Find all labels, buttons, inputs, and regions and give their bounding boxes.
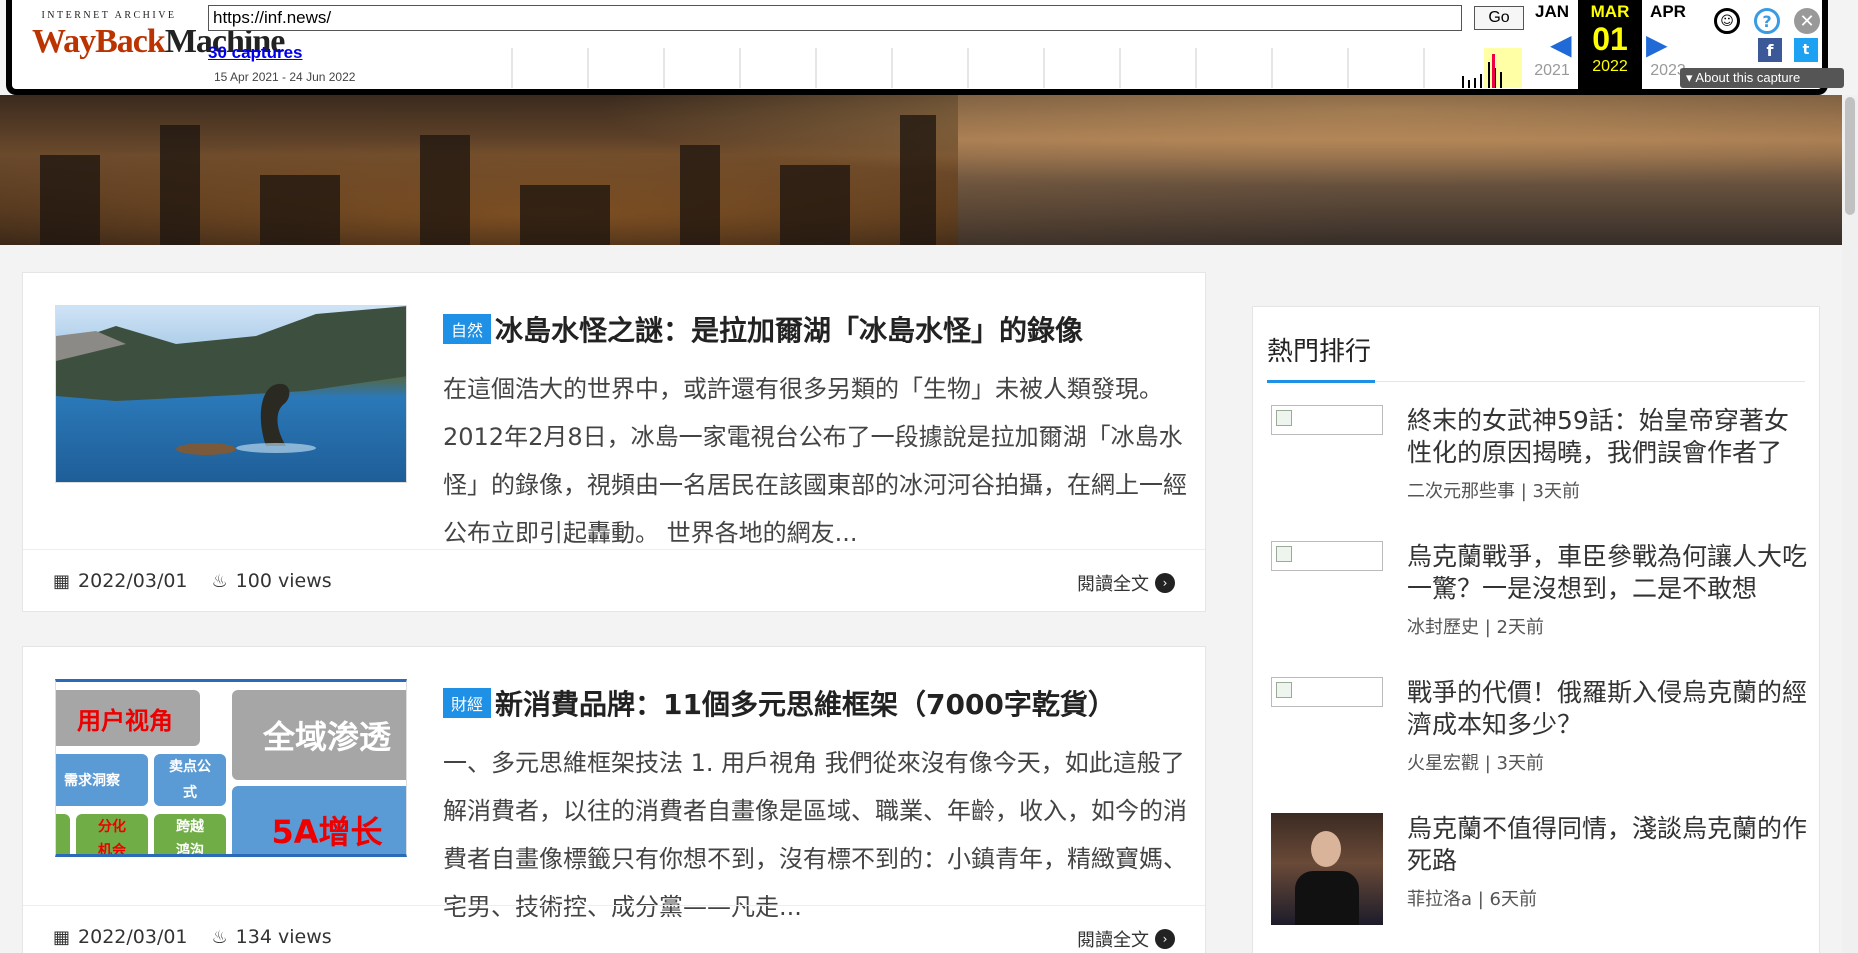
category-tag[interactable]: 自然	[443, 314, 492, 344]
next-capture-arrow-icon[interactable]: ▶	[1646, 28, 1668, 61]
about-capture-button[interactable]: ▾ About this capture	[1680, 68, 1844, 88]
article-thumbnail[interactable]: 用户视角 全域渗透 需求洞察 卖点公式 5A增长 分化机会 跨越鸿沟	[55, 679, 407, 857]
logo-caption: INTERNET ARCHIVE	[41, 10, 177, 21]
ranking-source: 二次元那些事 | 3天前	[1407, 481, 1580, 502]
capture-sparkline[interactable]	[502, 48, 1524, 88]
ranking-title[interactable]: 烏克蘭不值得同情，淺談烏克蘭的作死路	[1407, 813, 1807, 877]
calendar-icon: ▦	[53, 926, 71, 948]
help-icon[interactable]: ?	[1754, 8, 1780, 34]
url-input[interactable]	[208, 5, 1462, 31]
ranking-item[interactable]: 戰爭的代價！俄羅斯入侵烏克蘭的經濟成本知多少？ 火星宏觀 | 3天前	[1271, 677, 1811, 797]
capture-range: 15 Apr 2021 - 24 Jun 2022	[214, 70, 356, 84]
popular-sidebar: 熱門排行 終末的女武神59話：始皇帝穿著女性化的原因揭曉，我們誤會作者了 二次元…	[1252, 306, 1820, 953]
ranking-thumbnail[interactable]	[1271, 677, 1383, 707]
read-more-link[interactable]: 閱讀全文 ›	[1077, 570, 1175, 596]
sidebar-title: 熱門排行	[1267, 337, 1372, 367]
captures-link[interactable]: 30 captures	[208, 43, 303, 63]
page-scrollbar[interactable]	[1842, 95, 1858, 953]
article-views: 134 views	[235, 926, 332, 948]
ranking-item[interactable]: 烏克蘭不值得同情，淺談烏克蘭的作死路 菲拉洛a | 6天前	[1271, 813, 1811, 933]
ranking-title[interactable]: 終末的女武神59話：始皇帝穿著女性化的原因揭曉，我們誤會作者了	[1407, 405, 1807, 469]
chevron-right-icon: ›	[1155, 573, 1175, 593]
chevron-right-icon: ›	[1155, 929, 1175, 949]
article-views: 100 views	[235, 570, 332, 592]
month-current: MAR 01 2022	[1578, 0, 1642, 90]
flame-icon: ♨	[211, 926, 228, 948]
article-title[interactable]: 財經 新消費品牌：11個多元思維框架（7000字乾貨）	[443, 683, 1183, 723]
category-tag[interactable]: 財經	[443, 688, 492, 718]
user-icon[interactable]: ☺	[1714, 8, 1740, 34]
ranking-title[interactable]: 戰爭的代價！俄羅斯入侵烏克蘭的經濟成本知多少？	[1407, 677, 1807, 741]
ranking-source: 冰封歷史 | 2天前	[1407, 617, 1544, 638]
article-date: 2022/03/01	[78, 570, 188, 592]
ranking-thumbnail[interactable]	[1271, 813, 1383, 925]
go-button[interactable]: Go	[1474, 6, 1524, 30]
read-more-link[interactable]: 閱讀全文 ›	[1077, 926, 1175, 952]
article-footer: ▦ 2022/03/01 ♨ 100 views 閱讀全文 ›	[23, 549, 1205, 611]
prev-capture-arrow-icon[interactable]: ◀	[1550, 28, 1572, 61]
facebook-icon[interactable]: f	[1758, 38, 1782, 62]
article-card[interactable]: 自然 冰島水怪之謎：是拉加爾湖「冰島水怪」的錄像 在這個浩大的世界中，或許還有很多…	[22, 272, 1206, 612]
twitter-icon[interactable]: t	[1794, 38, 1818, 62]
ranking-title[interactable]: 烏克蘭戰爭，車臣參戰為何讓人大吃一驚？一是沒想到，二是不敢想	[1407, 541, 1807, 605]
logo-wordmark: WayBackMachine	[32, 23, 285, 60]
article-footer: ▦ 2022/03/01 ♨ 134 views 閱讀全文 ›	[23, 905, 1205, 953]
flame-icon: ♨	[211, 570, 228, 592]
ranking-item[interactable]: 終末的女武神59話：始皇帝穿著女性化的原因揭曉，我們誤會作者了 二次元那些事 |…	[1271, 405, 1811, 525]
article-thumbnail[interactable]	[55, 305, 407, 483]
ranking-item[interactable]: 烏克蘭戰爭，車臣參戰為何讓人大吃一驚？一是沒想到，二是不敢想 冰封歷史 | 2天…	[1271, 541, 1811, 661]
capture-day: 01	[1592, 21, 1628, 57]
ranking-source: 火星宏觀 | 3天前	[1407, 753, 1544, 774]
wayback-toolbar: INTERNET ARCHIVE WayBackMachine Go 30 ca…	[6, 0, 1844, 95]
article-date: 2022/03/01	[78, 926, 188, 948]
hero-banner	[0, 95, 1842, 245]
article-title[interactable]: 自然 冰島水怪之謎：是拉加爾湖「冰島水怪」的錄像	[443, 309, 1183, 349]
close-icon[interactable]: ✕	[1794, 8, 1820, 34]
article-excerpt: 在這個浩大的世界中，或許還有很多另類的「生物」未被人類發現。 2012年2月8日…	[443, 375, 1187, 547]
ranking-source: 菲拉洛a | 6天前	[1407, 889, 1537, 910]
calendar-icon: ▦	[53, 570, 71, 592]
ranking-thumbnail[interactable]	[1271, 405, 1383, 435]
article-excerpt: 一、多元思維框架技法 1. 用戶視角 我們從來沒有像今天，如此這般了解消費者，以…	[443, 749, 1187, 921]
wayback-logo[interactable]: INTERNET ARCHIVE WayBackMachine	[32, 10, 285, 61]
ranking-thumbnail[interactable]	[1271, 541, 1383, 571]
article-card[interactable]: 用户视角 全域渗透 需求洞察 卖点公式 5A增长 分化机会 跨越鸿沟 財經 新消費…	[22, 646, 1206, 953]
